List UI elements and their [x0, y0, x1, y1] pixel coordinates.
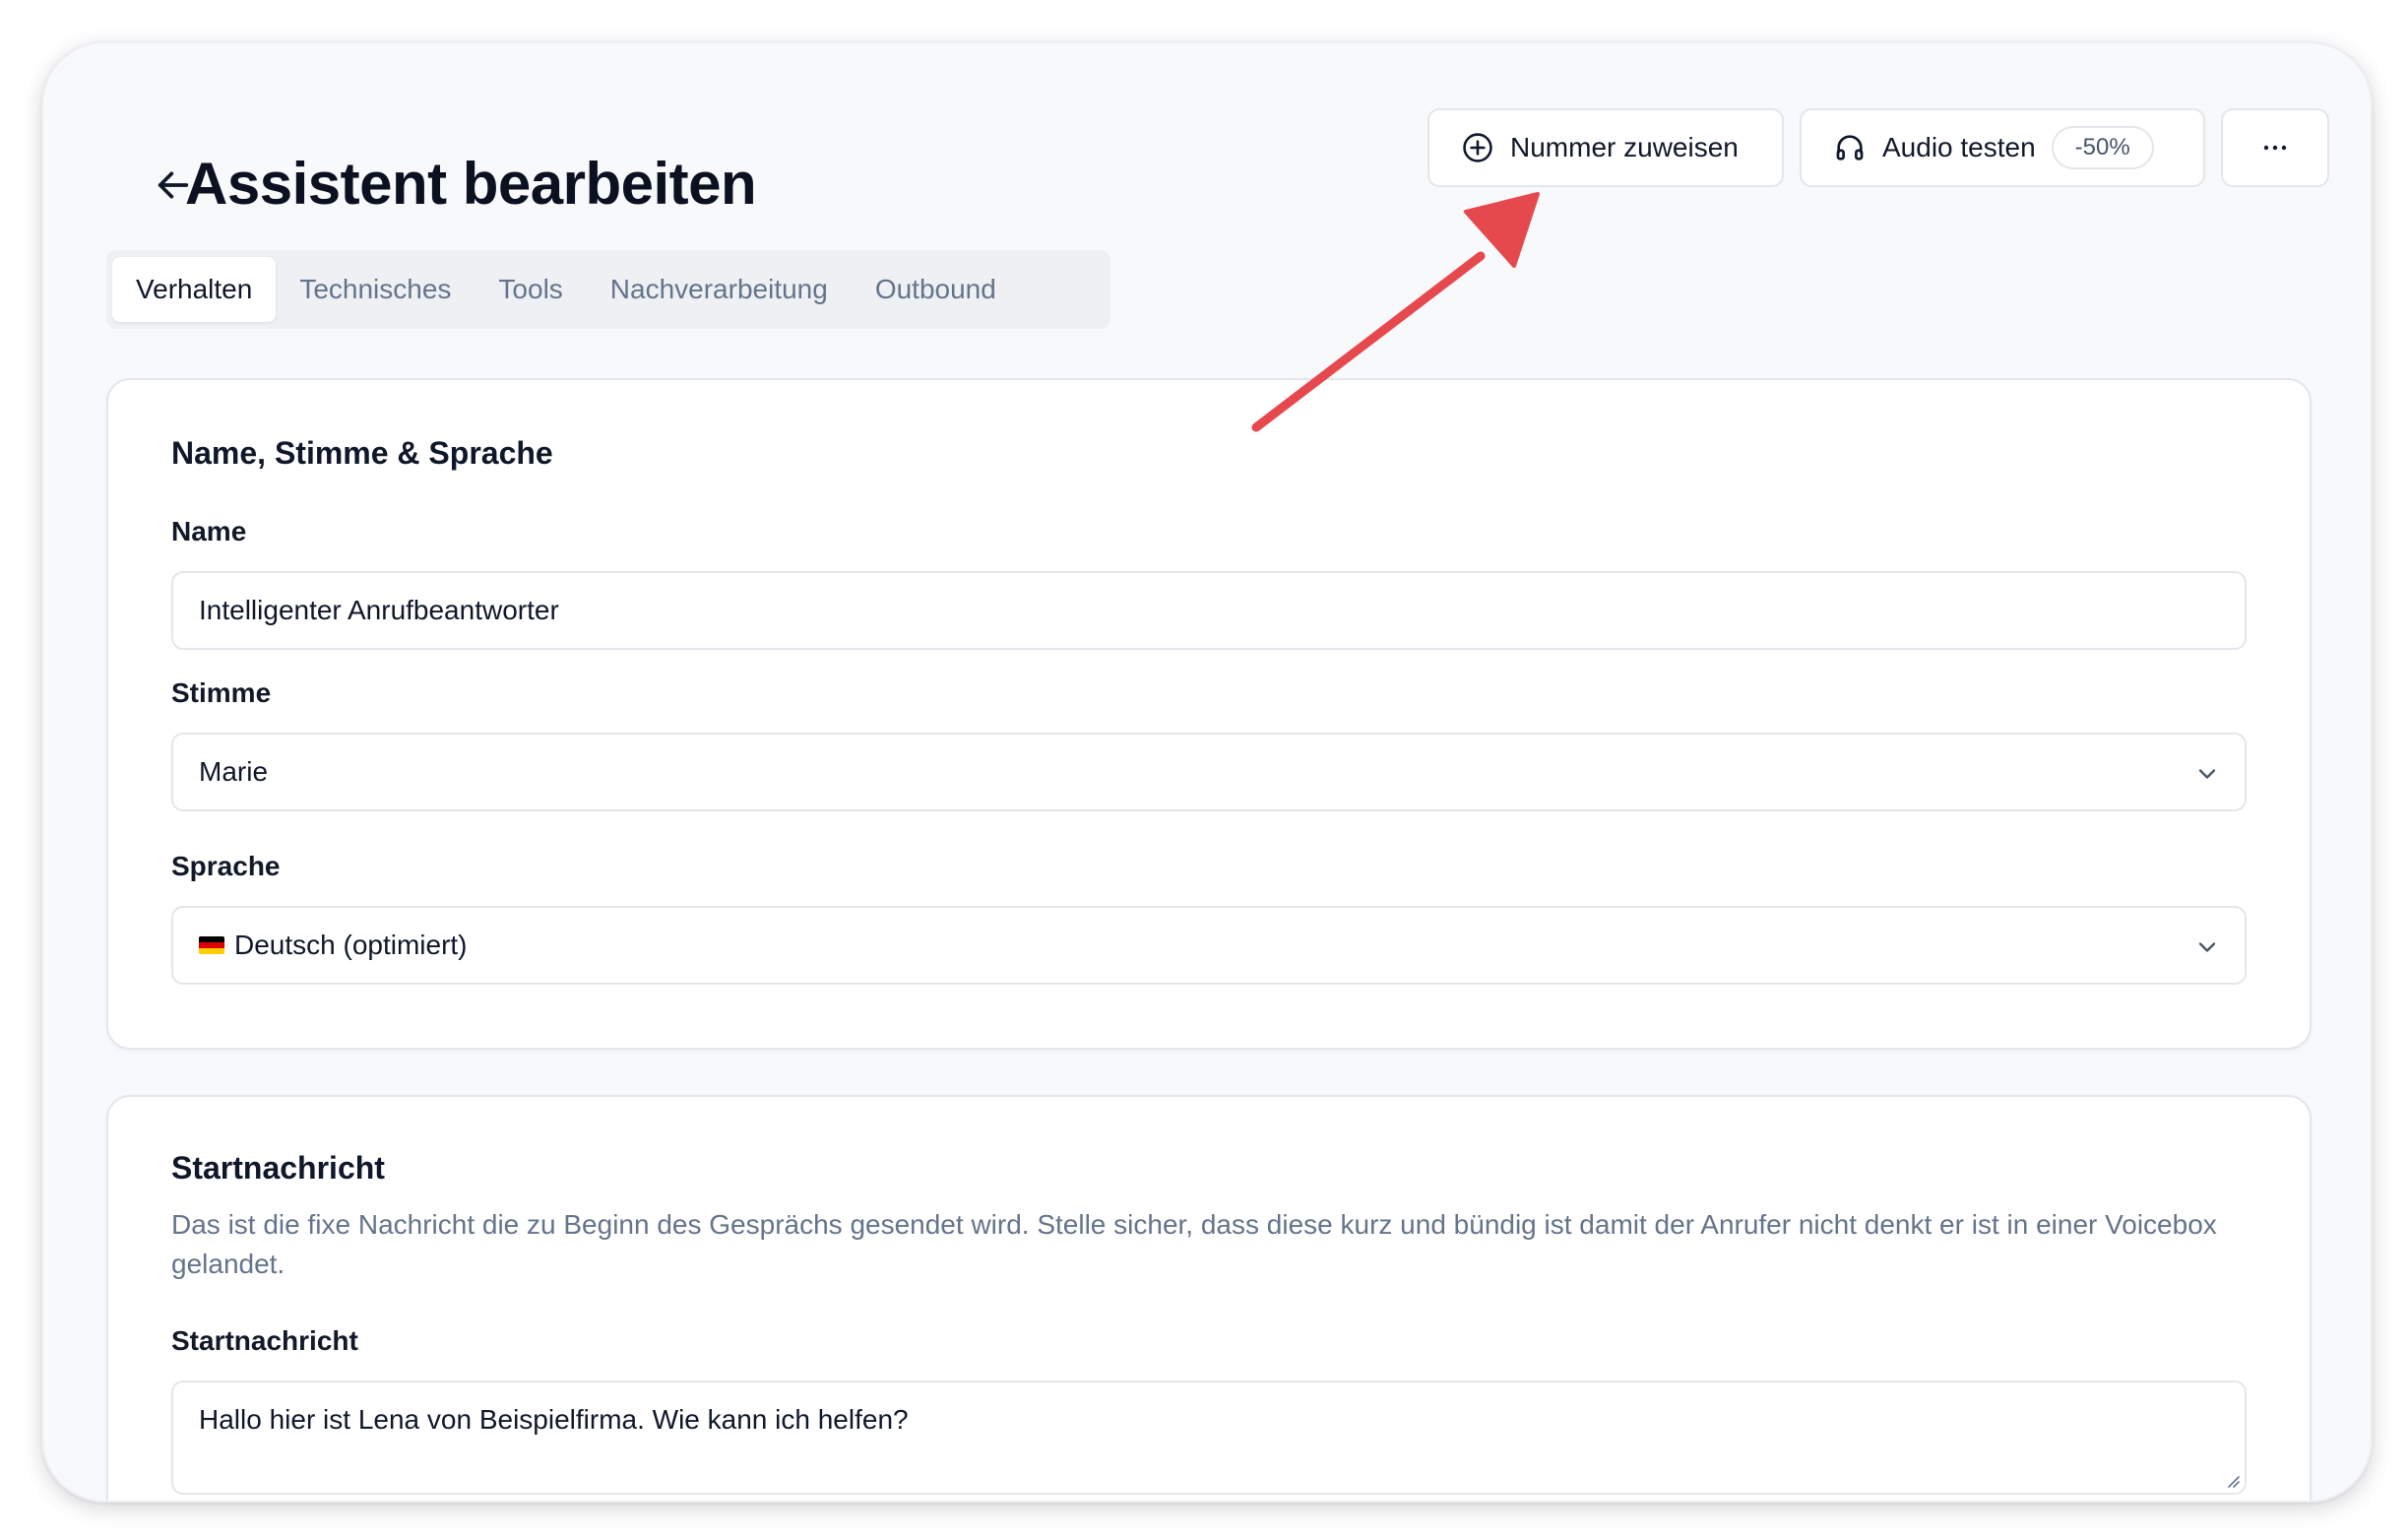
test-audio-button[interactable]: Audio testen -50% — [1800, 108, 2205, 187]
section-description: Das ist die fixe Nachricht die zu Beginn… — [171, 1209, 2217, 1279]
tab-tools[interactable]: Tools — [475, 257, 586, 322]
tab-nachverarbeitung[interactable]: Nachverarbeitung — [587, 257, 852, 322]
test-audio-label: Audio testen — [1882, 132, 2036, 162]
language-value: Deutsch (optimiert) — [234, 930, 468, 960]
section-title: Startnachricht — [171, 1150, 385, 1186]
start-message-value: Hallo hier ist Lena von Beispielfirma. W… — [199, 1404, 909, 1435]
resize-handle-icon[interactable] — [2223, 1471, 2241, 1489]
german-flag-icon — [199, 936, 224, 954]
voice-value: Marie — [199, 756, 269, 787]
language-label: Sprache — [171, 851, 281, 881]
tab-technisches[interactable]: Technisches — [276, 257, 475, 322]
page-title: Assistent bearbeiten — [185, 151, 757, 217]
chevron-down-icon — [2198, 942, 2216, 952]
more-options-button[interactable] — [2221, 108, 2329, 187]
name-label: Name — [171, 516, 247, 546]
start-message-card: Startnachricht Das ist die fixe Nachrich… — [106, 1095, 2312, 1501]
name-input[interactable]: Intelligenter Anrufbeantworter — [171, 571, 2247, 650]
name-value: Intelligenter Anrufbeantworter — [199, 595, 559, 625]
start-message-label: Startnachricht — [171, 1325, 358, 1356]
chevron-down-icon — [2198, 769, 2216, 779]
voice-label: Stimme — [171, 677, 272, 708]
app-window: Assistent bearbeiten Nummer zuweisen Aud… — [41, 41, 2373, 1503]
voice-select[interactable]: Marie — [171, 733, 2247, 811]
assign-number-button[interactable]: Nummer zuweisen — [1427, 108, 1784, 187]
language-select[interactable]: Deutsch (optimiert) — [171, 906, 2247, 985]
headphones-icon — [1836, 135, 1864, 160]
start-message-textarea[interactable]: Hallo hier ist Lena von Beispielfirma. W… — [171, 1380, 2247, 1495]
tab-outbound[interactable]: Outbound — [852, 257, 1020, 322]
discount-badge: -50% — [2051, 126, 2154, 169]
plus-circle-icon — [1463, 133, 1492, 162]
tab-verhalten[interactable]: Verhalten — [112, 257, 277, 322]
tab-bar: Verhalten Technisches Tools Nachverarbei… — [106, 250, 1110, 329]
assign-number-label: Nummer zuweisen — [1510, 132, 1739, 162]
more-horizontal-icon — [2263, 145, 2287, 151]
section-title: Name, Stimme & Sprache — [171, 435, 553, 471]
voice-settings-card: Name, Stimme & Sprache Name Intelligente… — [106, 378, 2312, 1050]
